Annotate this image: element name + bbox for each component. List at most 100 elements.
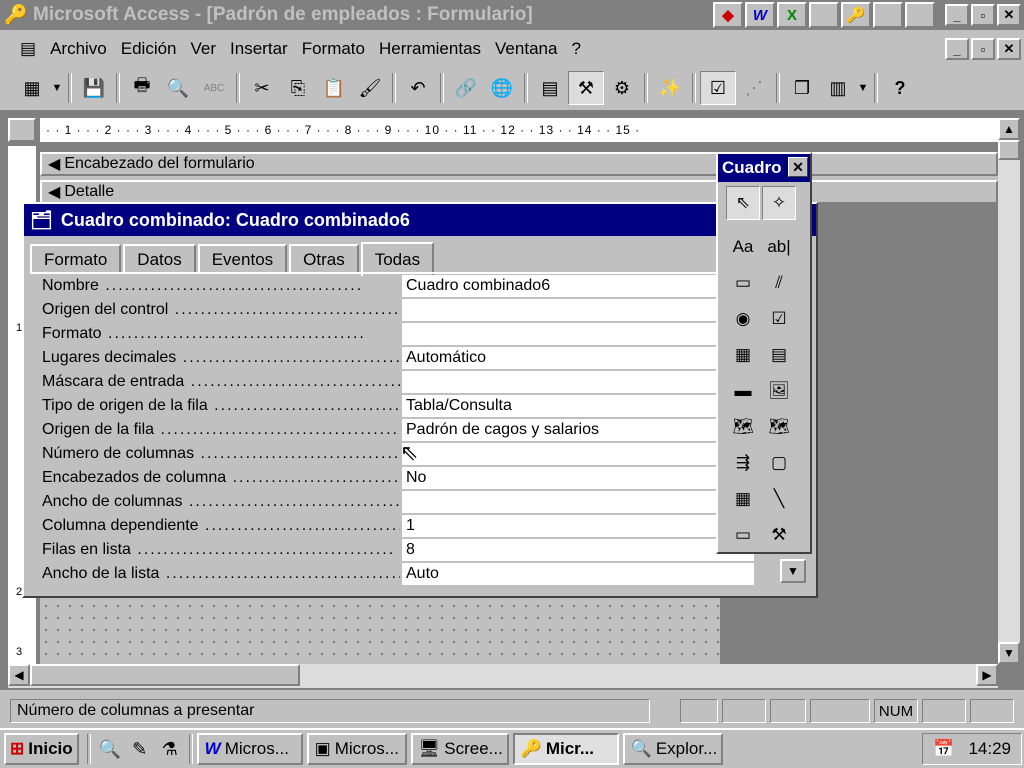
- property-value-field[interactable]: Auto: [402, 563, 754, 585]
- cut-icon[interactable]: ✂: [244, 71, 280, 105]
- page-break-tool-icon[interactable]: ⇶: [726, 446, 760, 480]
- line-tool-icon[interactable]: ╲: [762, 482, 796, 516]
- image-tool-icon[interactable]: 🖼: [762, 374, 796, 408]
- toolbox-close-button[interactable]: ✕: [788, 157, 808, 177]
- hyperlink-icon[interactable]: 🔗: [448, 71, 484, 105]
- property-row[interactable]: Tipo de origen de la fila ..............…: [32, 394, 754, 418]
- format-painter-icon[interactable]: 🖌: [352, 71, 388, 105]
- menu-herramientas[interactable]: Herramientas: [373, 39, 487, 59]
- property-value-field[interactable]: [402, 371, 754, 393]
- property-row[interactable]: Filas en lista .........................…: [32, 538, 754, 562]
- property-row[interactable]: Nombre .................................…: [32, 274, 754, 298]
- property-value-field[interactable]: Padrón de cagos y salarios: [402, 419, 754, 441]
- scroll-up-button[interactable]: ▲: [998, 118, 1020, 140]
- property-value-field[interactable]: [402, 491, 754, 513]
- vertical-scroll-thumb[interactable]: [998, 140, 1020, 160]
- new-object-icon[interactable]: ▥: [820, 71, 856, 105]
- task-powerpoint[interactable]: ▣ Micros...: [306, 733, 407, 765]
- print-icon[interactable]: 🖶: [124, 71, 160, 105]
- task-explorer[interactable]: 🔍 Explor...: [622, 733, 723, 765]
- tab-formato[interactable]: Formato: [30, 244, 122, 274]
- field-list-icon[interactable]: ▤: [532, 71, 568, 105]
- excel-quicklaunch-icon[interactable]: X: [777, 2, 807, 28]
- property-row[interactable]: Número de columnas .....................…: [32, 442, 754, 466]
- more-controls-tool-icon[interactable]: ⚒: [762, 518, 796, 552]
- section-detail[interactable]: ◀ Detalle: [40, 180, 998, 204]
- help-icon[interactable]: ?: [882, 71, 918, 105]
- tab-datos[interactable]: Datos: [123, 244, 196, 274]
- toolbox-title-bar[interactable]: Cuadro ✕: [718, 154, 810, 182]
- select-objects-tool-icon[interactable]: ⇖: [726, 186, 760, 220]
- doc-minimize-button[interactable]: _: [945, 38, 969, 60]
- new-object-dropdown-icon[interactable]: ▼: [856, 71, 870, 105]
- task-word[interactable]: W Micros...: [196, 733, 303, 765]
- doc-restore-button[interactable]: ▫: [971, 38, 995, 60]
- tab-otras[interactable]: Otras: [289, 244, 359, 274]
- office-logo-icon[interactable]: ◆: [713, 2, 743, 28]
- code-icon[interactable]: ⋰: [736, 71, 772, 105]
- property-row[interactable]: Lugares decimales ......................…: [32, 346, 754, 370]
- menu-edicion[interactable]: Edición: [115, 39, 183, 59]
- property-value-field[interactable]: Automático: [402, 347, 754, 369]
- property-row[interactable]: Origen del control .....................…: [32, 298, 754, 322]
- property-row[interactable]: Formato ................................…: [32, 322, 754, 346]
- section-form-header[interactable]: ◀ Encabezado del formulario: [40, 152, 998, 176]
- start-button[interactable]: ⊞ Inicio: [4, 733, 79, 765]
- explorer-quick-icon[interactable]: 🔍: [95, 732, 125, 766]
- word-quicklaunch-icon[interactable]: W: [745, 2, 775, 28]
- access-key-icon[interactable]: 🔑: [3, 2, 29, 28]
- form-selector[interactable]: [8, 118, 36, 142]
- doc-close-button[interactable]: ✕: [997, 38, 1021, 60]
- property-row[interactable]: Origen de la fila ......................…: [32, 418, 754, 442]
- combo-box-tool-icon[interactable]: ▦: [726, 338, 760, 372]
- menu-formato[interactable]: Formato: [296, 39, 371, 59]
- tab-todas[interactable]: Todas: [360, 242, 435, 276]
- property-value-field[interactable]: No: [402, 467, 754, 489]
- bound-object-tool-icon[interactable]: 🗺: [762, 410, 796, 444]
- database-window-icon[interactable]: ❐: [784, 71, 820, 105]
- property-row[interactable]: Columna dependiente ....................…: [32, 514, 754, 538]
- copy-icon[interactable]: ⎘: [280, 71, 316, 105]
- tab-control-tool-icon[interactable]: ▢: [762, 446, 796, 480]
- menu-archivo[interactable]: Archivo: [44, 39, 113, 59]
- task-access[interactable]: 🔑 Micr...: [512, 733, 619, 765]
- rectangle-tool-icon[interactable]: ▭: [726, 518, 760, 552]
- properties-title-bar[interactable]: 🗂 Cuadro combinado: Cuadro combinado6: [24, 204, 816, 236]
- undo-icon[interactable]: ↶: [400, 71, 436, 105]
- unbound-object-tool-icon[interactable]: 🗺: [726, 410, 760, 444]
- menu-ver[interactable]: Ver: [185, 39, 223, 59]
- property-row[interactable]: Ancho de columnas ......................…: [32, 490, 754, 514]
- menu-ayuda[interactable]: ?: [565, 39, 586, 59]
- build-icon[interactable]: ✨: [652, 71, 688, 105]
- scroll-left-button[interactable]: ◀: [8, 664, 30, 686]
- property-value-field[interactable]: [402, 443, 754, 465]
- paste-icon[interactable]: 📋: [316, 71, 352, 105]
- tools-quicklaunch-icon[interactable]: ⚗: [905, 2, 935, 28]
- check-box-tool-icon[interactable]: ☑: [762, 302, 796, 336]
- form-icon[interactable]: ▤: [14, 39, 42, 59]
- print-preview-icon[interactable]: 🔍: [160, 71, 196, 105]
- property-value-field[interactable]: Tabla/Consulta: [402, 395, 754, 417]
- autoformat-icon[interactable]: ⚙: [604, 71, 640, 105]
- edit-quick-icon[interactable]: ✎: [125, 732, 155, 766]
- task-screen[interactable]: 🖥 Scree...: [410, 733, 509, 765]
- vertical-scrollbar[interactable]: ▲ ▼: [998, 118, 1020, 664]
- text-box-tool-icon[interactable]: ab|: [762, 230, 796, 264]
- tab-eventos[interactable]: Eventos: [197, 244, 288, 274]
- access-quicklaunch-icon[interactable]: 🔑: [841, 2, 871, 28]
- property-value-field[interactable]: 1: [402, 515, 754, 537]
- subform-tool-icon[interactable]: ▦: [726, 482, 760, 516]
- web-toolbar-icon[interactable]: 🌐: [484, 71, 520, 105]
- property-value-field[interactable]: [402, 299, 754, 321]
- menu-ventana[interactable]: Ventana: [489, 39, 563, 59]
- label-tool-icon[interactable]: Aa: [726, 230, 760, 264]
- powerpoint-quicklaunch-icon[interactable]: ▣: [809, 2, 839, 28]
- minimize-button[interactable]: _: [945, 4, 969, 26]
- close-button[interactable]: ✕: [997, 4, 1021, 26]
- save-icon[interactable]: 💾: [76, 71, 112, 105]
- spelling-icon[interactable]: ABC: [196, 71, 232, 105]
- tools-quick-icon[interactable]: ⚗: [155, 732, 185, 766]
- view-dropdown-icon[interactable]: ▼: [50, 71, 64, 105]
- option-group-tool-icon[interactable]: ▭: [726, 266, 760, 300]
- toolbox-icon[interactable]: ⚒: [568, 71, 604, 105]
